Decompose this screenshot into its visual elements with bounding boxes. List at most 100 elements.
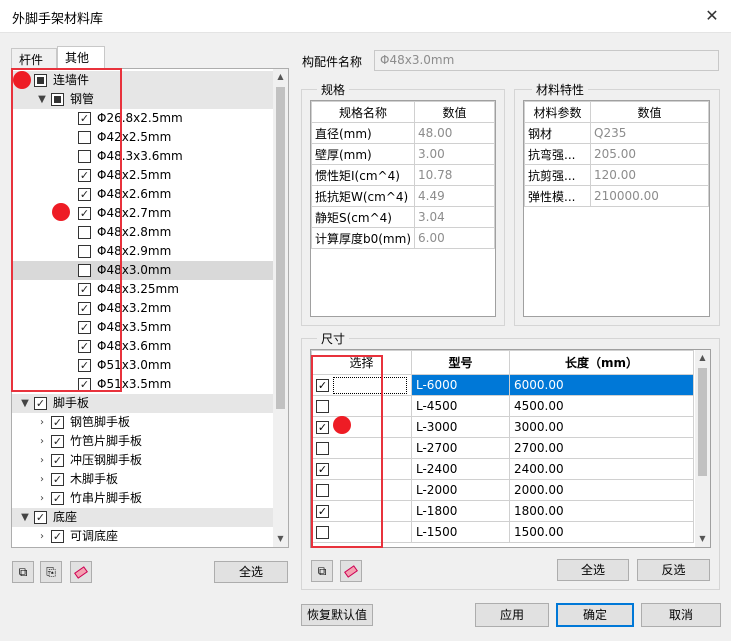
row-checkbox[interactable]: ✓	[316, 505, 329, 518]
model-cell[interactable]: L-4500	[411, 395, 510, 417]
tree-item-row[interactable]: ✓ Φ51x3.0mm	[12, 356, 274, 375]
tree-item-row[interactable]: ✓ Φ48x3.6mm	[12, 337, 274, 356]
tree-item-row[interactable]: ✓ Φ48x3.2mm	[12, 299, 274, 318]
tree-checkbox[interactable]	[78, 150, 91, 163]
select-cell[interactable]: ✓	[311, 458, 412, 480]
select-cell[interactable]	[311, 437, 412, 459]
length-cell[interactable]: 2400.00	[509, 458, 694, 480]
model-cell[interactable]: L-1500	[411, 521, 510, 543]
tree-item-row[interactable]: Φ48x2.8mm	[12, 223, 274, 242]
chevron-down-icon[interactable]: ▼	[36, 90, 48, 109]
length-cell[interactable]: 1500.00	[509, 521, 694, 543]
tree-item-row[interactable]: ✓ Φ48x2.6mm	[12, 185, 274, 204]
model-cell[interactable]: L-2400	[411, 458, 510, 480]
table-row[interactable]: ✓ L-3000 3000.00	[311, 416, 694, 438]
tree-checkbox[interactable]: ✓	[34, 511, 47, 524]
restore-defaults-button[interactable]: 恢复默认值	[301, 604, 373, 626]
table-row[interactable]: L-1500 1500.00	[311, 521, 694, 543]
size-scroll-up-icon[interactable]: ▲	[695, 350, 710, 366]
tree-item-row[interactable]: ✓ Φ51x3.5mm	[12, 375, 274, 394]
select-cell[interactable]: ✓	[311, 500, 412, 522]
select-cell[interactable]	[311, 521, 412, 543]
tree-item-row[interactable]: Φ48x2.9mm	[12, 242, 274, 261]
tree-checkbox[interactable]: ✓	[51, 435, 64, 448]
tree-checkbox[interactable]: ✓	[78, 340, 91, 353]
column-header[interactable]: 型号	[411, 350, 510, 375]
tree-checkbox[interactable]	[78, 245, 91, 258]
select-cell[interactable]	[311, 479, 412, 501]
row-checkbox[interactable]: ✓	[316, 421, 329, 434]
tree-checkbox[interactable]	[34, 74, 47, 87]
apply-button[interactable]: 应用	[475, 603, 549, 627]
row-checkbox[interactable]: ✓	[316, 463, 329, 476]
size-table[interactable]: 选择 型号 长度（mm） ✓ L-6000 6000.00 L-4500 4500.00 ✓ L-…	[310, 349, 711, 548]
length-cell[interactable]: 4500.00	[509, 395, 694, 417]
model-cell[interactable]: L-2700	[411, 437, 510, 459]
tree-item-row[interactable]: ✓ Φ48x3.5mm	[12, 318, 274, 337]
chevron-right-icon[interactable]: ›	[36, 470, 48, 489]
model-cell[interactable]: L-2000	[411, 479, 510, 501]
tree-checkbox[interactable]: ✓	[78, 112, 91, 125]
scroll-up-icon[interactable]: ▲	[273, 69, 288, 85]
size-scrollbar[interactable]: ▲ ▼	[695, 350, 710, 547]
select-cell[interactable]: ✓	[311, 374, 412, 396]
tab-other[interactable]: 其他	[57, 46, 105, 68]
tree-checkbox[interactable]	[78, 131, 91, 144]
column-header[interactable]: 选择	[311, 350, 412, 375]
material-tree[interactable]: ▼连墙件▼钢管✓Φ26.8x2.5mmΦ42x2.5mmΦ48.3x3.6mm✓…	[11, 68, 289, 548]
ok-button[interactable]: 确定	[556, 603, 634, 627]
column-header[interactable]: 长度（mm）	[509, 350, 694, 375]
select-cell[interactable]: ✓	[311, 416, 412, 438]
tree-select-all-button[interactable]: 全选	[214, 561, 288, 583]
row-checkbox[interactable]	[316, 526, 329, 539]
close-icon[interactable]: ✕	[700, 4, 724, 28]
chevron-down-icon[interactable]: ▼	[19, 508, 31, 527]
tree-group-row[interactable]: ▼ 钢管	[12, 90, 274, 109]
tree-checkbox[interactable]: ✓	[51, 473, 64, 486]
tree-item-row[interactable]: › ✓ 钢笆脚手板	[12, 413, 274, 432]
eraser-button[interactable]	[70, 561, 92, 583]
table-row[interactable]: L-4500 4500.00	[311, 395, 694, 417]
length-cell[interactable]: 6000.00	[509, 374, 694, 396]
tree-checkbox[interactable]: ✓	[51, 492, 64, 505]
tree-checkbox[interactable]: ✓	[78, 321, 91, 334]
select-cell[interactable]	[311, 395, 412, 417]
tree-item-row[interactable]: › ✓ 可调底座	[12, 527, 274, 546]
row-checkbox[interactable]: ✓	[316, 378, 329, 392]
size-select-all-button[interactable]: 全选	[557, 559, 629, 581]
tree-checkbox[interactable]: ✓	[34, 397, 47, 410]
model-cell[interactable]: L-6000	[411, 374, 510, 396]
chevron-down-icon[interactable]: ▼	[19, 394, 31, 413]
size-eraser-button[interactable]	[340, 560, 362, 582]
length-cell[interactable]: 3000.00	[509, 416, 694, 438]
tree-item-row[interactable]: › ✓ 冲压钢脚手板	[12, 451, 274, 470]
row-checkbox[interactable]	[316, 484, 329, 497]
tree-item-row[interactable]: ✓ Φ26.8x2.5mm	[12, 109, 274, 128]
row-checkbox[interactable]	[316, 442, 329, 455]
tree-scrollbar[interactable]: ▲ ▼	[273, 69, 288, 547]
scroll-thumb[interactable]	[276, 87, 285, 409]
tree-checkbox[interactable]: ✓	[78, 378, 91, 391]
tree-group-row[interactable]: ▼连墙件	[12, 71, 274, 90]
tree-checkbox[interactable]: ✓	[78, 188, 91, 201]
table-row[interactable]: ✓ L-6000 6000.00	[311, 374, 694, 396]
tree-checkbox[interactable]	[51, 93, 64, 106]
tree-item-row[interactable]: ✓ Φ48x3.25mm	[12, 280, 274, 299]
model-cell[interactable]: L-3000	[411, 416, 510, 438]
length-cell[interactable]: 2700.00	[509, 437, 694, 459]
tree-checkbox[interactable]: ✓	[51, 454, 64, 467]
copy-button[interactable]: ⧉	[12, 561, 34, 583]
length-cell[interactable]: 2000.00	[509, 479, 694, 501]
size-scroll-down-icon[interactable]: ▼	[695, 531, 710, 547]
size-scroll-thumb[interactable]	[698, 368, 707, 476]
length-cell[interactable]: 1800.00	[509, 500, 694, 522]
chevron-right-icon[interactable]: ›	[36, 527, 48, 546]
chevron-right-icon[interactable]: ›	[36, 432, 48, 451]
row-checkbox[interactable]	[316, 400, 329, 413]
tree-checkbox[interactable]: ✓	[78, 283, 91, 296]
chevron-right-icon[interactable]: ›	[36, 489, 48, 508]
scroll-down-icon[interactable]: ▼	[273, 531, 288, 547]
tree-item-row[interactable]: › ✓ 木脚手板	[12, 470, 274, 489]
tree-item-row[interactable]: Φ48.3x3.6mm	[12, 147, 274, 166]
tree-item-row[interactable]: Φ48x3.0mm	[12, 261, 274, 280]
